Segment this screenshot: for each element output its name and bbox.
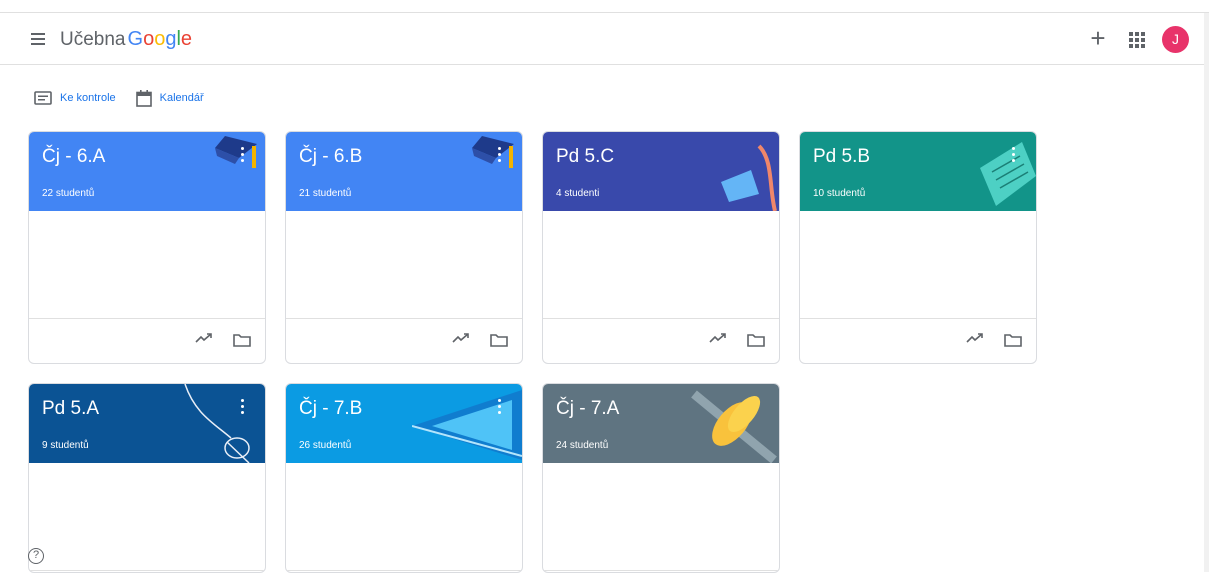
student-count: 24 studentů bbox=[556, 440, 609, 451]
paper-illustration bbox=[721, 144, 777, 211]
folder-icon[interactable] bbox=[747, 333, 765, 347]
class-card-header[interactable]: Pd 5.C 4 studenti bbox=[543, 132, 779, 211]
app-name: Učebna bbox=[60, 29, 126, 50]
class-title[interactable]: Pd 5.C bbox=[556, 145, 614, 169]
class-card-body bbox=[800, 211, 1036, 319]
add-class-button[interactable]: + bbox=[1085, 25, 1111, 52]
help-icon[interactable]: ? bbox=[28, 548, 44, 564]
class-card-body bbox=[543, 211, 779, 319]
notebook-illustration bbox=[980, 142, 1036, 206]
calendar-link[interactable]: Kalendář bbox=[135, 89, 204, 107]
class-card-body bbox=[286, 463, 522, 571]
folder-icon[interactable] bbox=[233, 333, 251, 347]
class-title[interactable]: Pd 5.A bbox=[42, 397, 99, 421]
class-title[interactable]: Čj - 7.A bbox=[556, 397, 619, 421]
class-card-header[interactable]: Čj - 7.A 24 studentů bbox=[543, 384, 779, 463]
class-card-header[interactable]: Pd 5.B 10 studentů bbox=[800, 132, 1036, 211]
to-review-label: Ke kontrole bbox=[60, 92, 116, 104]
app-header: Učebna Google + J bbox=[0, 13, 1209, 65]
class-card-header[interactable]: Pd 5.A 9 studentů bbox=[29, 384, 265, 463]
folder-icon[interactable] bbox=[490, 333, 508, 347]
class-card[interactable]: Čj - 7.A 24 studentů bbox=[542, 383, 780, 573]
class-card-footer bbox=[800, 319, 1036, 363]
curve-illustration bbox=[184, 384, 250, 463]
class-card-header[interactable]: Čj - 7.B 26 studentů bbox=[286, 384, 522, 463]
google-apps-icon[interactable] bbox=[1129, 32, 1145, 48]
more-options-icon[interactable] bbox=[496, 399, 502, 417]
class-card-footer bbox=[286, 319, 522, 363]
google-wordmark: Google bbox=[127, 28, 193, 50]
class-card[interactable]: Pd 5.C 4 studenti bbox=[542, 131, 780, 364]
class-card[interactable]: Pd 5.B 10 studentů bbox=[799, 131, 1037, 364]
review-list-icon bbox=[34, 91, 52, 105]
student-count: 21 studentů bbox=[299, 188, 352, 199]
class-card-footer bbox=[29, 319, 265, 363]
class-card[interactable]: Pd 5.A 9 studentů bbox=[28, 383, 266, 573]
more-options-icon[interactable] bbox=[239, 147, 245, 165]
calendar-label: Kalendář bbox=[159, 92, 204, 104]
student-count: 26 studentů bbox=[299, 440, 352, 451]
class-card-body bbox=[286, 211, 522, 319]
barbell-illustration bbox=[691, 390, 777, 463]
more-options-icon[interactable] bbox=[239, 399, 245, 417]
page-scrollbar[interactable] bbox=[1204, 13, 1209, 572]
main-menu-icon[interactable] bbox=[26, 27, 50, 51]
sub-navigation: Ke kontrole Kalendář bbox=[34, 88, 224, 108]
calendar-icon bbox=[135, 89, 152, 107]
class-card-body bbox=[29, 211, 265, 319]
class-card-header[interactable]: Čj - 6.A 22 studentů bbox=[29, 132, 265, 211]
trending-up-icon[interactable] bbox=[195, 332, 213, 344]
account-avatar[interactable]: J bbox=[1162, 26, 1189, 53]
folder-icon[interactable] bbox=[1004, 333, 1022, 347]
app-logo[interactable]: Učebna Google bbox=[60, 25, 192, 54]
trending-up-icon[interactable] bbox=[966, 332, 984, 344]
class-card-body bbox=[29, 463, 265, 571]
more-options-icon[interactable] bbox=[496, 147, 502, 165]
class-title[interactable]: Čj - 6.A bbox=[42, 145, 105, 169]
more-options-icon[interactable] bbox=[1010, 147, 1016, 165]
to-review-link[interactable]: Ke kontrole bbox=[34, 91, 116, 105]
class-card-body bbox=[543, 463, 779, 571]
graduation-cap-illustration bbox=[215, 136, 257, 168]
student-count: 22 studentů bbox=[42, 188, 95, 199]
class-card-header[interactable]: Čj - 6.B 21 studentů bbox=[286, 132, 522, 211]
class-card[interactable]: Čj - 6.A 22 studentů bbox=[28, 131, 266, 364]
pool-illustration bbox=[412, 390, 522, 460]
trending-up-icon[interactable] bbox=[452, 332, 470, 344]
graduation-cap-illustration bbox=[472, 136, 514, 168]
class-title[interactable]: Čj - 7.B bbox=[299, 397, 362, 421]
class-title[interactable]: Pd 5.B bbox=[813, 145, 870, 169]
class-card[interactable]: Čj - 6.B 21 studentů bbox=[285, 131, 523, 364]
student-count: 4 studenti bbox=[556, 188, 600, 199]
class-card[interactable]: Čj - 7.B 26 studentů bbox=[285, 383, 523, 573]
class-title[interactable]: Čj - 6.B bbox=[299, 145, 362, 169]
student-count: 10 studentů bbox=[813, 188, 866, 199]
trending-up-icon[interactable] bbox=[709, 332, 727, 344]
student-count: 9 studentů bbox=[42, 440, 89, 451]
class-card-footer bbox=[543, 319, 779, 363]
